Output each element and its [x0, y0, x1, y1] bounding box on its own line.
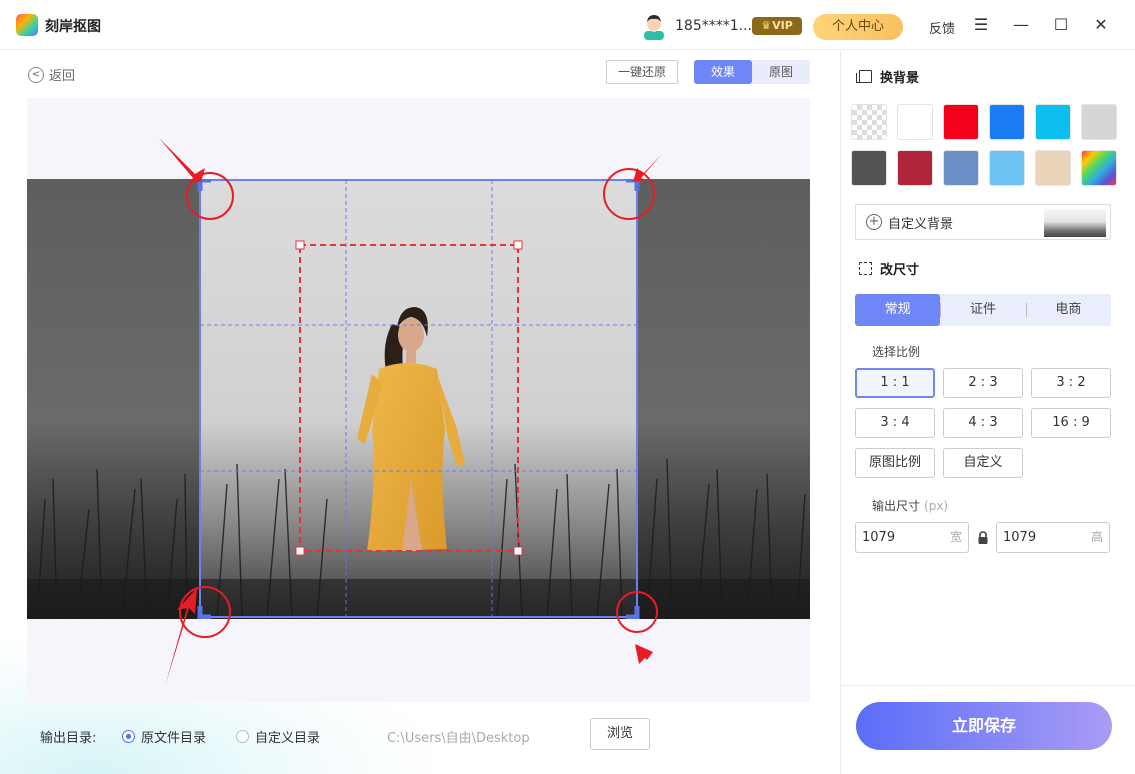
- swatch-white[interactable]: [897, 104, 933, 140]
- divider: [841, 685, 1135, 686]
- section-change-background: 换背景: [856, 67, 919, 86]
- app-logo-icon: [16, 14, 38, 36]
- user-name[interactable]: 185****1...: [675, 18, 752, 34]
- close-icon[interactable]: ✕: [1092, 16, 1110, 34]
- editor-area: < 返回 一键还原 效果 原图 输出目录: 原文件目录 自定义目录 C:\Use…: [0, 51, 840, 774]
- radio-original-dir[interactable]: 原文件目录: [122, 727, 206, 746]
- output-size-label: 输出尺寸 (px): [872, 499, 949, 513]
- ratio-4-3[interactable]: 4 : 3: [943, 408, 1023, 438]
- swatch-sky-blue[interactable]: [989, 150, 1025, 186]
- swatch-light-gray[interactable]: [1081, 104, 1117, 140]
- annotation-overlay: [159, 138, 685, 698]
- tab-original[interactable]: 原图: [752, 60, 810, 84]
- layers-icon: [856, 70, 872, 83]
- background-swatches: [851, 104, 1123, 186]
- ratio-16-9[interactable]: 16 : 9: [1031, 408, 1111, 438]
- vip-badge[interactable]: ♛VIP: [752, 17, 802, 35]
- resize-tabs: 常规 证件 电商: [855, 294, 1111, 326]
- tab-id-photo[interactable]: 证件: [940, 294, 1025, 326]
- back-button[interactable]: < 返回: [28, 65, 75, 84]
- swatch-transparent[interactable]: [851, 104, 887, 140]
- plus-icon: +: [866, 214, 882, 230]
- browse-button[interactable]: 浏览: [590, 718, 650, 750]
- swatch-beige[interactable]: [1035, 150, 1071, 186]
- width-input[interactable]: 1079 宽: [855, 522, 969, 553]
- swatch-dark-gray[interactable]: [851, 150, 887, 186]
- custom-background-thumbnail: [1044, 209, 1106, 237]
- user-avatar[interactable]: [641, 12, 667, 40]
- crown-icon: ♛: [761, 19, 772, 32]
- swatch-rainbow[interactable]: [1081, 150, 1117, 186]
- tab-effect[interactable]: 效果: [694, 60, 752, 84]
- back-arrow-icon: <: [28, 66, 44, 83]
- section-resize: 改尺寸: [859, 259, 919, 278]
- swatch-blue[interactable]: [989, 104, 1025, 140]
- output-dir-label: 输出目录:: [40, 731, 97, 746]
- save-button[interactable]: 立即保存: [856, 702, 1112, 750]
- output-path: C:\Users\自由\Desktop: [387, 731, 530, 746]
- app-title: 刻岸抠图: [45, 19, 101, 35]
- swatch-crimson[interactable]: [897, 150, 933, 186]
- swatch-cyan[interactable]: [1035, 104, 1071, 140]
- minimize-icon[interactable]: —: [1012, 16, 1030, 34]
- ratio-options: 1 : 1 2 : 3 3 : 2 3 : 4 4 : 3 16 : 9 原图比…: [855, 368, 1111, 478]
- custom-background-button[interactable]: + 自定义背景: [855, 204, 1111, 240]
- tab-general[interactable]: 常规: [855, 294, 941, 326]
- ratio-3-4[interactable]: 3 : 4: [855, 408, 935, 438]
- height-input[interactable]: 1079 高: [996, 522, 1110, 553]
- swatch-red[interactable]: [943, 104, 979, 140]
- canvas: [27, 98, 810, 702]
- personal-center-button[interactable]: 个人中心: [813, 14, 903, 40]
- lock-icon[interactable]: [977, 531, 989, 545]
- ratio-1-1[interactable]: 1 : 1: [855, 368, 935, 398]
- ratio-custom[interactable]: 自定义: [943, 448, 1023, 478]
- title-bar: 刻岸抠图 185****1... ♛VIP 个人中心 反馈 ☰ — ☐ ✕: [0, 0, 1135, 50]
- resize-icon: [859, 262, 872, 275]
- menu-icon[interactable]: ☰: [972, 16, 990, 34]
- swatch-steel-blue[interactable]: [943, 150, 979, 186]
- radio-dot-selected[interactable]: [122, 730, 135, 743]
- ratio-original[interactable]: 原图比例: [855, 448, 935, 478]
- ratio-2-3[interactable]: 2 : 3: [943, 368, 1023, 398]
- view-toggle: 效果 原图: [694, 60, 810, 84]
- tab-ecommerce[interactable]: 电商: [1025, 294, 1111, 326]
- radio-dot[interactable]: [236, 730, 249, 743]
- radio-custom-dir[interactable]: 自定义目录: [236, 727, 320, 746]
- ratio-3-2[interactable]: 3 : 2: [1031, 368, 1111, 398]
- feedback-link[interactable]: 反馈: [929, 18, 955, 37]
- restore-button[interactable]: 一键还原: [606, 60, 678, 84]
- maximize-icon[interactable]: ☐: [1052, 16, 1070, 34]
- settings-panel: 换背景 + 自定义背景 改尺寸 常规 证件 电商 选择比例 1 : 1 2 : …: [840, 51, 1135, 774]
- ratio-label: 选择比例: [872, 345, 921, 359]
